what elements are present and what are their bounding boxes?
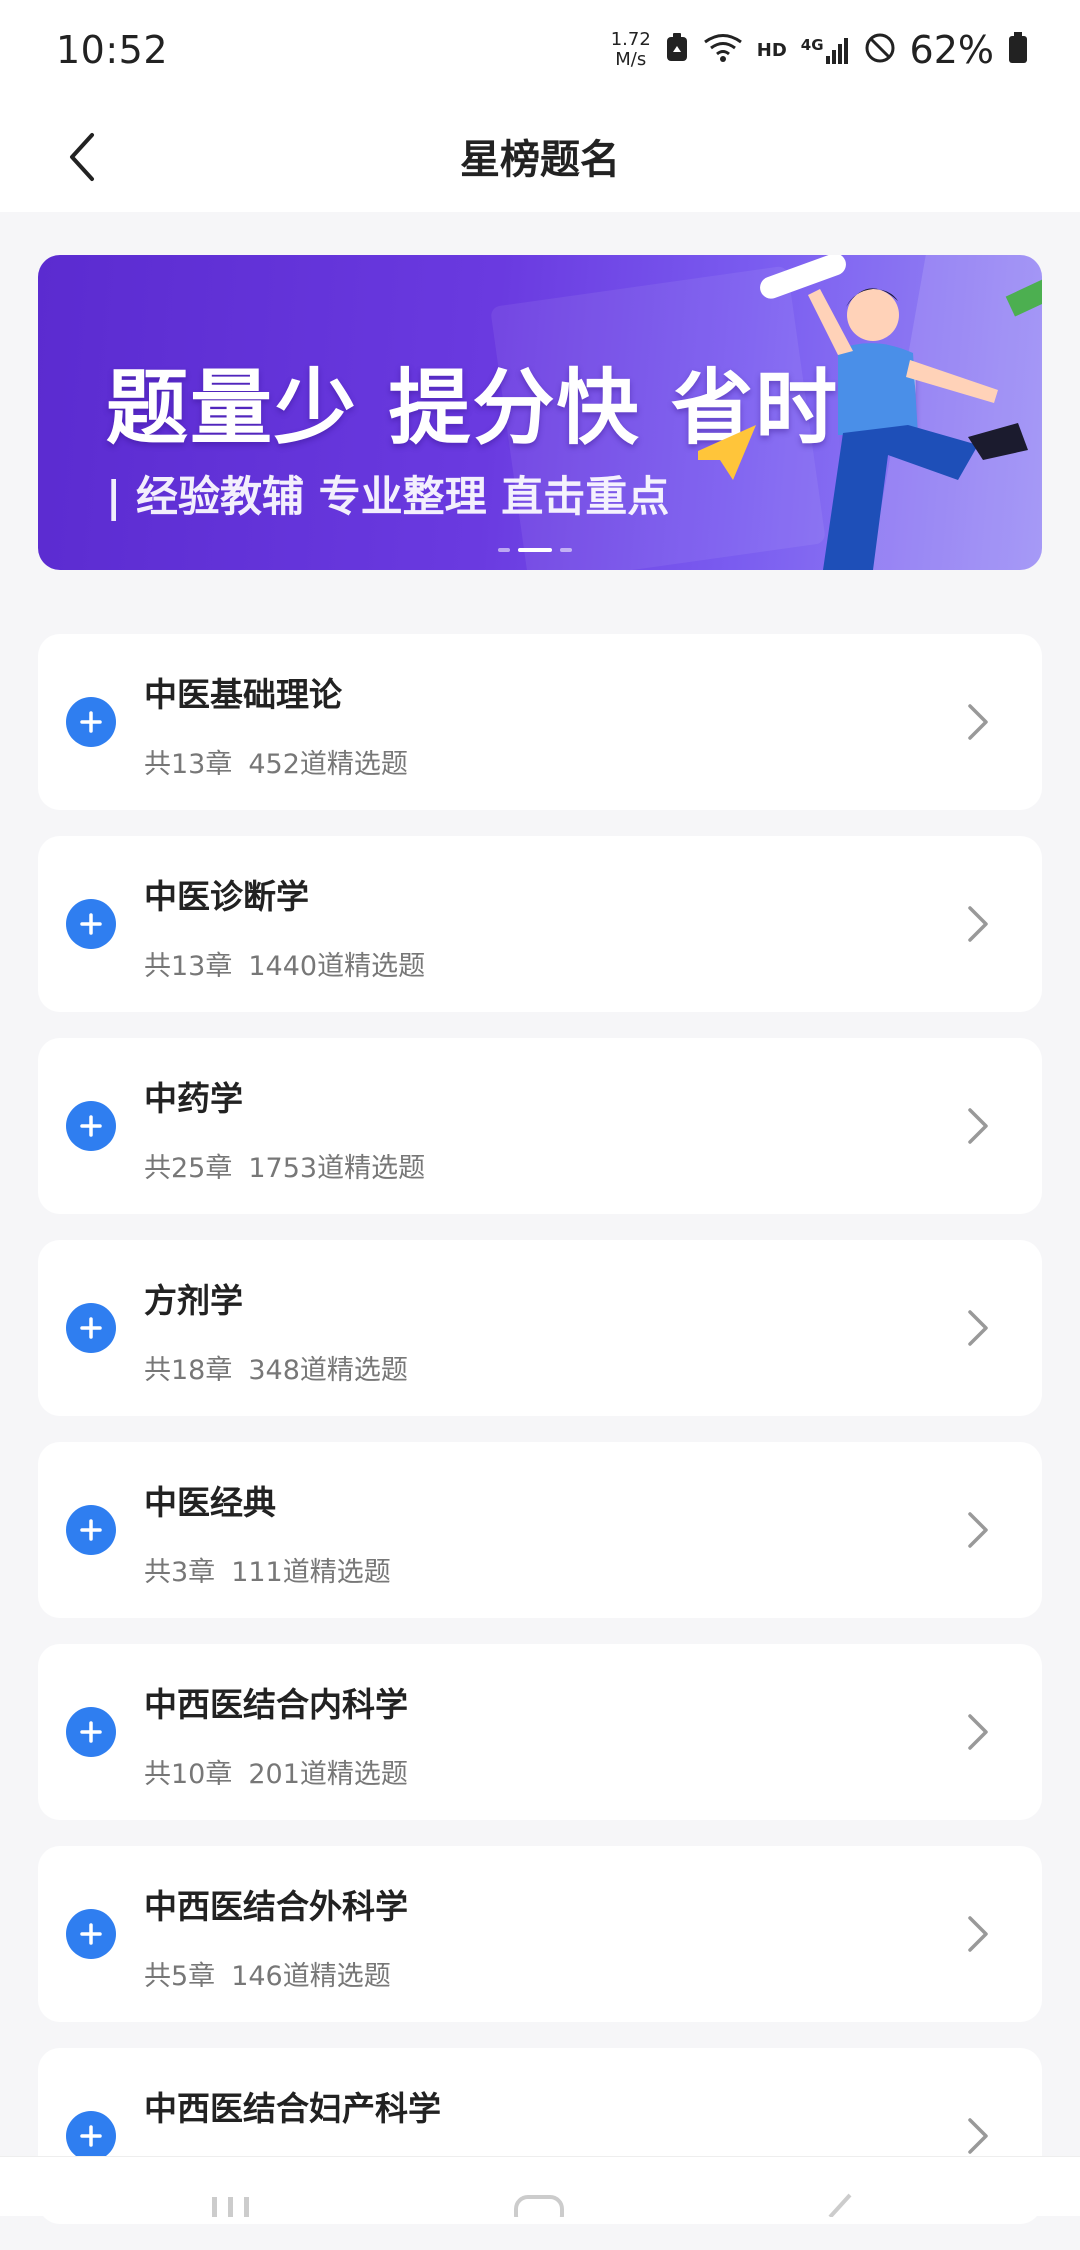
subject-title: 中西医结合内科学 <box>144 1685 408 1724</box>
chevron-right-icon <box>968 906 988 942</box>
plus-icon[interactable] <box>66 1707 116 1757</box>
banner-subtitle: | 经验教辅 专业整理 直击重点 <box>106 472 670 521</box>
network-speed: 1.72 M/s <box>611 30 651 70</box>
network-speed-unit: M/s <box>615 49 647 70</box>
chapter-count: 共3章 <box>144 1557 216 1588</box>
do-not-disturb-icon <box>864 32 896 68</box>
subject-meta: 共10章 201道精选题 <box>144 1752 408 1791</box>
hd-label: HD <box>756 39 787 61</box>
subject-meta: 共5章 146道精选题 <box>144 1954 391 1993</box>
wifi-icon <box>703 33 743 67</box>
chevron-right-icon <box>968 1310 988 1346</box>
home-icon[interactable] <box>512 2193 566 2217</box>
chevron-right-icon <box>968 1512 988 1548</box>
chapter-count: 共5章 <box>144 1961 216 1992</box>
subject-title: 方剂学 <box>144 1281 243 1320</box>
pagination-dot[interactable] <box>560 548 572 552</box>
question-count: 111道精选题 <box>231 1557 391 1588</box>
subject-title: 中医诊断学 <box>144 877 309 916</box>
status-time: 10:52 <box>56 28 169 72</box>
list-item[interactable]: 中医诊断学 共13章 1440道精选题 <box>38 836 1042 1012</box>
question-count: 1440道精选题 <box>248 951 426 982</box>
status-bar: 10:52 1.72 M/s HD 4G 62% <box>0 0 1080 100</box>
network-speed-value: 1.72 <box>610 29 651 50</box>
plus-icon[interactable] <box>66 1505 116 1555</box>
pagination-dot-active[interactable] <box>518 548 552 552</box>
list-item[interactable]: 中医经典 共3章 111道精选题 <box>38 1442 1042 1618</box>
plus-icon[interactable] <box>66 1909 116 1959</box>
recycle-icon <box>665 33 689 67</box>
plus-icon[interactable] <box>66 1101 116 1151</box>
subject-title: 中西医结合外科学 <box>144 1887 408 1926</box>
chevron-right-icon <box>968 704 988 740</box>
chevron-right-icon <box>968 1916 988 1952</box>
subject-title: 中西医结合妇产科学 <box>144 2089 441 2128</box>
plus-icon[interactable] <box>66 2111 116 2161</box>
subject-meta: 共25章 1753道精选题 <box>144 1146 425 1185</box>
plus-icon[interactable] <box>66 899 116 949</box>
pagination-dot[interactable] <box>498 548 510 552</box>
back-button[interactable] <box>46 122 116 192</box>
list-item[interactable]: 中药学 共25章 1753道精选题 <box>38 1038 1042 1214</box>
back-gesture-icon[interactable] <box>816 2193 856 2217</box>
network-type: 4G <box>800 36 824 54</box>
plus-icon[interactable] <box>66 697 116 747</box>
question-count: 146道精选题 <box>231 1961 391 1992</box>
signal-icon: 4G <box>801 36 850 64</box>
subject-title: 中药学 <box>144 1079 243 1118</box>
subject-meta: 共13章 1440道精选题 <box>144 944 425 983</box>
subject-title: 中医基础理论 <box>144 675 342 714</box>
question-count: 452道精选题 <box>248 749 408 780</box>
menu-lines-icon[interactable] <box>208 2193 258 2217</box>
battery-percent: 62% <box>909 28 994 72</box>
chevron-right-icon <box>968 2118 988 2154</box>
subject-list: 中医基础理论 共13章 452道精选题 中医诊断学 共13章 1440道精选题 中药… <box>38 634 1042 2250</box>
chapter-count: 共18章 <box>144 1355 233 1386</box>
chapter-count: 共25章 <box>144 1153 233 1184</box>
chapter-count: 共13章 <box>144 749 233 780</box>
list-item[interactable]: 方剂学 共18章 348道精选题 <box>38 1240 1042 1416</box>
bottom-bar <box>0 2156 1080 2217</box>
banner-pagination[interactable] <box>498 548 572 552</box>
promo-banner[interactable]: 题量少 提分快 省时间 | 经验教辅 专业整理 直击重点 <box>38 255 1042 570</box>
subject-meta: 共18章 348道精选题 <box>144 1348 408 1387</box>
page-title: 星榜题名 <box>460 137 620 183</box>
battery-icon <box>1008 32 1028 68</box>
question-count: 201道精选题 <box>248 1759 408 1790</box>
list-item[interactable]: 中医基础理论 共13章 452道精选题 <box>38 634 1042 810</box>
chevron-right-icon <box>968 1108 988 1144</box>
chapter-count: 共13章 <box>144 951 233 982</box>
student-illustration-icon <box>698 255 1042 570</box>
subject-meta: 共13章 452道精选题 <box>144 742 408 781</box>
list-item[interactable]: 中西医结合内科学 共10章 201道精选题 <box>38 1644 1042 1820</box>
list-item[interactable]: 中西医结合外科学 共5章 146道精选题 <box>38 1846 1042 2022</box>
chevron-right-icon <box>968 1714 988 1750</box>
question-count: 348道精选题 <box>248 1355 408 1386</box>
chapter-count: 共10章 <box>144 1759 233 1790</box>
back-arrow-icon <box>70 133 94 181</box>
nav-bar: 星榜题名 <box>0 100 1080 212</box>
subject-meta: 共3章 111道精选题 <box>144 1550 391 1589</box>
status-icons: 1.72 M/s HD 4G 62% <box>611 28 1028 72</box>
subject-title: 中医经典 <box>144 1483 276 1522</box>
plus-icon[interactable] <box>66 1303 116 1353</box>
question-count: 1753道精选题 <box>248 1153 426 1184</box>
